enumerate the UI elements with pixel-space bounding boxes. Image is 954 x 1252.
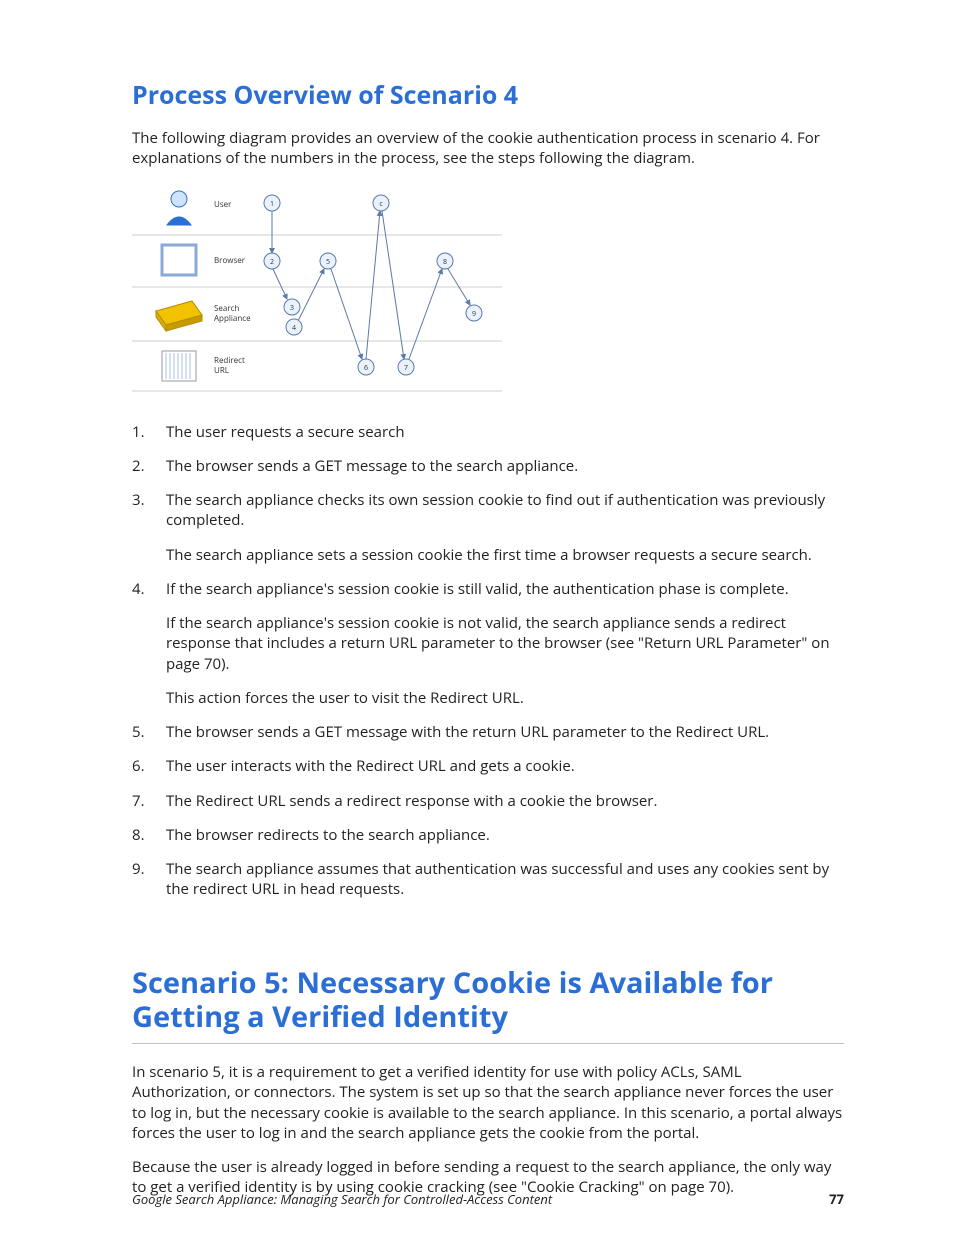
document-page: Process Overview of Scenario 4 The follo… [0, 0, 954, 1252]
diagram-node-7: 7 [404, 364, 408, 373]
scenario-5-paragraph-1: In scenario 5, it is a requirement to ge… [132, 1062, 844, 1143]
step-subtext: This action forces the user to visit the… [166, 688, 844, 708]
process-diagram: User Browser Search Appliance [132, 183, 844, 398]
step-number: 7. [132, 791, 166, 811]
footer-document-title: Google Search Appliance: Managing Search… [132, 1190, 552, 1208]
steps-list: 1.The user requests a secure search2.The… [132, 422, 844, 900]
diagram-node-2: 2 [270, 258, 274, 267]
step-text: The search appliance assumes that authen… [166, 859, 844, 900]
footer-page-number: 77 [829, 1190, 844, 1208]
lane-label-user: User [214, 199, 232, 210]
heading-divider [132, 1043, 844, 1044]
step-item: 5.The browser sends a GET message with t… [132, 722, 844, 742]
step-item: 2.The browser sends a GET message to the… [132, 456, 844, 476]
step-text: The search appliance checks its own sess… [166, 490, 844, 565]
diagram-node-6: 6 [364, 364, 368, 373]
step-item: 8.The browser redirects to the search ap… [132, 825, 844, 845]
step-text: The browser redirects to the search appl… [166, 825, 844, 845]
user-icon [167, 191, 191, 225]
step-item: 9.The search appliance assumes that auth… [132, 859, 844, 900]
step-text: The browser sends a GET message to the s… [166, 456, 844, 476]
step-number: 6. [132, 756, 166, 776]
step-text: The user requests a secure search [166, 422, 844, 442]
step-subtext: The search appliance sets a session cook… [166, 545, 844, 565]
step-number: 5. [132, 722, 166, 742]
redirect-url-icon [162, 351, 196, 381]
heading-scenario-4: Process Overview of Scenario 4 [132, 78, 844, 112]
lane-label-search-appliance-2: Appliance [214, 313, 251, 324]
step-item: 7.The Redirect URL sends a redirect resp… [132, 791, 844, 811]
page-footer: Google Search Appliance: Managing Search… [132, 1190, 844, 1208]
step-subtext: If the search appliance's session cookie… [166, 613, 844, 674]
step-number: 4. [132, 579, 166, 708]
step-item: 4.If the search appliance's session cook… [132, 579, 844, 708]
diagram-node-4: 4 [292, 324, 296, 333]
step-text: The browser sends a GET message with the… [166, 722, 844, 742]
step-number: 1. [132, 422, 166, 442]
step-number: 3. [132, 490, 166, 565]
lane-label-redirect-2: URL [214, 365, 229, 376]
diagram-node-1: 1 [270, 200, 274, 209]
lane-label-browser: Browser [214, 255, 246, 266]
step-number: 2. [132, 456, 166, 476]
step-item: 3.The search appliance checks its own se… [132, 490, 844, 565]
step-item: 1.The user requests a secure search [132, 422, 844, 442]
step-item: 6.The user interacts with the Redirect U… [132, 756, 844, 776]
intro-paragraph-scenario-4: The following diagram provides an overvi… [132, 128, 844, 169]
step-text: The Redirect URL sends a redirect respon… [166, 791, 844, 811]
step-number: 8. [132, 825, 166, 845]
diagram-node-3: 3 [290, 304, 294, 313]
step-text: The user interacts with the Redirect URL… [166, 756, 844, 776]
search-appliance-icon [156, 301, 202, 331]
diagram-node-8: 8 [443, 258, 447, 267]
step-number: 9. [132, 859, 166, 900]
diagram-node-5: 5 [326, 258, 330, 267]
heading-scenario-5: Scenario 5: Necessary Cookie is Availabl… [132, 966, 844, 1036]
diagram-node-9: 9 [472, 310, 476, 319]
browser-icon [162, 245, 196, 275]
step-text: If the search appliance's session cookie… [166, 579, 844, 708]
